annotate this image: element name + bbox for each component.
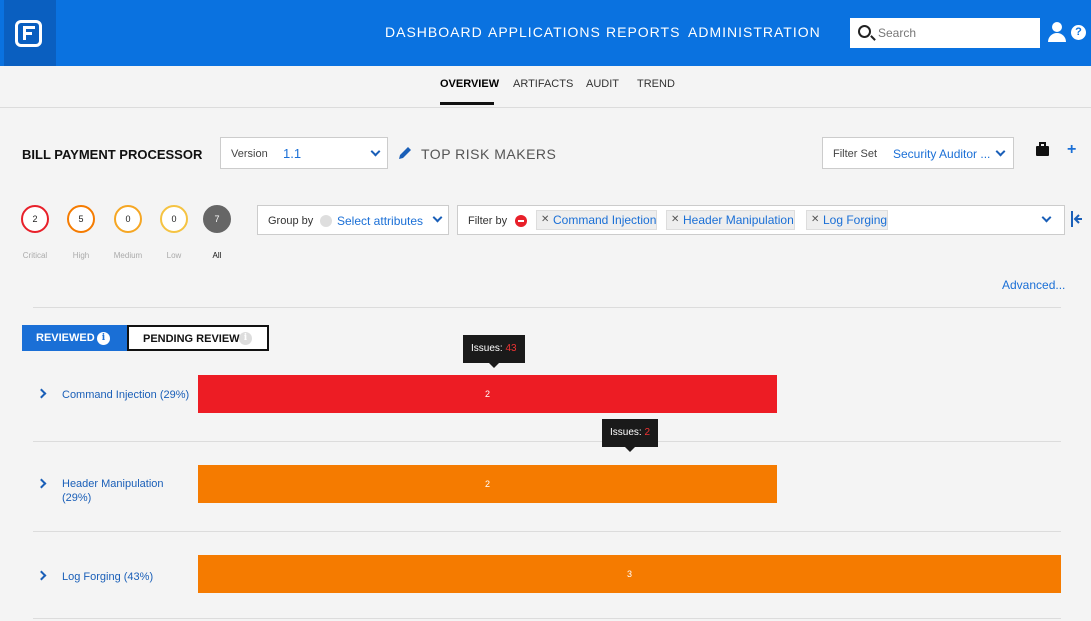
filter-by-label: Filter by <box>468 215 508 227</box>
filter-chip-label: Command Injection <box>553 213 657 227</box>
filter-chip-label: Log Forging <box>823 213 888 227</box>
row-divider <box>33 618 1061 619</box>
nav-administration[interactable]: ADMINISTRATION <box>688 24 821 40</box>
search-input[interactable]: Search <box>850 18 1040 48</box>
app-title: BILL PAYMENT PROCESSOR <box>22 147 203 162</box>
row-divider <box>33 441 1061 442</box>
close-icon[interactable]: ✕ <box>541 211 549 229</box>
chevron-down-icon <box>370 146 381 157</box>
tooltip-value: 43 <box>505 343 517 354</box>
filter-chip-label: Header Manipulation <box>683 213 794 227</box>
bar-value: 2 <box>484 479 490 489</box>
severity-low-label: Low <box>166 251 182 260</box>
row-divider <box>33 531 1061 532</box>
row-label-log-forging[interactable]: Log Forging (43%) <box>62 570 192 584</box>
filter-set-select[interactable]: Filter Set Security Auditor ... <box>822 137 1014 169</box>
filter-chip-header-manipulation[interactable]: ✕ Header Manipulation <box>666 210 795 230</box>
group-by-value: Select attributes <box>337 214 424 228</box>
version-value: 1.1 <box>283 146 302 161</box>
add-icon[interactable]: + <box>1067 141 1076 159</box>
severity-critical-label: Critical <box>22 251 48 260</box>
top-risk-makers-label[interactable]: TOP RISK MAKERS <box>421 146 556 162</box>
severity-critical-count[interactable]: 2 <box>21 205 49 233</box>
bar-command-injection[interactable]: 2 <box>198 375 777 413</box>
issues-tooltip: Issues: 43 <box>463 335 525 368</box>
issues-tooltip: Issues: 2 <box>602 419 659 452</box>
pencil-icon[interactable] <box>397 145 413 161</box>
subnav-tabs: OVERVIEW ARTIFACTS AUDIT TREND <box>0 66 1091 108</box>
tab-audit[interactable]: AUDIT <box>586 78 619 90</box>
search-placeholder: Search <box>878 26 917 40</box>
collapse-panel-icon[interactable] <box>1071 211 1083 227</box>
reviewed-label: REVIEWED <box>36 332 95 344</box>
row-label-command-injection[interactable]: Command Injection (29%) <box>62 388 192 402</box>
info-icon[interactable]: i <box>239 332 252 345</box>
chevron-down-icon <box>1041 212 1052 223</box>
active-tab-indicator <box>440 102 494 105</box>
bar-log-forging[interactable]: 3 <box>198 555 1061 593</box>
severity-medium-label: Medium <box>113 251 143 260</box>
reviewed-button[interactable]: REVIEWED i <box>22 325 127 351</box>
chevron-right-icon[interactable] <box>36 478 47 489</box>
advanced-link[interactable]: Advanced... <box>1002 278 1065 292</box>
version-label: Version <box>231 148 268 160</box>
bar-value: 3 <box>626 569 632 579</box>
chevron-right-icon[interactable] <box>36 570 47 581</box>
severity-all-label: All <box>212 251 222 260</box>
bar-header-manipulation[interactable]: 2 <box>198 465 777 503</box>
section-divider <box>33 307 1061 308</box>
remove-filter-icon[interactable] <box>515 215 527 227</box>
top-navbar: DASHBOARD APPLICATIONS REPORTS ADMINISTR… <box>0 0 1091 66</box>
tab-trend[interactable]: TREND <box>637 78 675 90</box>
tooltip-label: Issues: <box>610 427 642 438</box>
chevron-right-icon[interactable] <box>36 388 47 399</box>
tooltip-value: 2 <box>644 427 651 438</box>
chevron-down-icon <box>432 212 443 223</box>
nav-applications[interactable]: APPLICATIONS <box>488 24 601 40</box>
placeholder-circle-icon <box>320 215 332 227</box>
tooltip-label: Issues: <box>471 343 503 354</box>
user-icon[interactable] <box>1048 22 1066 42</box>
bar-value: 2 <box>484 389 490 399</box>
filter-chip-log-forging[interactable]: ✕ Log Forging <box>806 210 889 230</box>
help-icon[interactable]: ? <box>1071 25 1086 40</box>
group-by-label: Group by <box>268 215 314 227</box>
severity-low-count[interactable]: 0 <box>160 205 188 233</box>
close-icon[interactable]: ✕ <box>671 211 679 229</box>
pending-review-button[interactable]: PENDING REVIEW i <box>127 325 269 351</box>
tab-overview[interactable]: OVERVIEW <box>440 78 499 90</box>
close-icon[interactable]: ✕ <box>811 211 819 229</box>
group-by-select[interactable]: Group by Select attributes <box>257 205 449 235</box>
filter-chip-command-injection[interactable]: ✕ Command Injection <box>536 210 658 230</box>
logo-icon <box>15 20 42 47</box>
severity-high-label: High <box>72 251 90 260</box>
severity-medium-count[interactable]: 0 <box>114 205 142 233</box>
severity-all-count[interactable]: 7 <box>203 205 231 233</box>
row-label-header-manipulation[interactable]: Header Manipulation (29%) <box>62 477 172 505</box>
severity-high-count[interactable]: 5 <box>67 205 95 233</box>
version-select[interactable]: Version 1.1 <box>220 137 388 169</box>
app-logo[interactable] <box>4 0 56 66</box>
chevron-down-icon <box>995 146 1006 157</box>
info-icon[interactable]: i <box>97 332 110 345</box>
filter-set-label: Filter Set <box>833 148 878 160</box>
pending-review-label: PENDING REVIEW <box>143 333 240 345</box>
search-icon <box>858 25 871 38</box>
tab-artifacts[interactable]: ARTIFACTS <box>513 78 573 90</box>
briefcase-icon[interactable] <box>1036 142 1049 156</box>
nav-reports[interactable]: REPORTS <box>606 24 680 40</box>
filter-set-value: Security Auditor ... <box>893 147 991 161</box>
filter-by-field[interactable]: Filter by ✕ Command Injection ✕ Header M… <box>457 205 1065 235</box>
nav-dashboard[interactable]: DASHBOARD <box>385 24 483 40</box>
